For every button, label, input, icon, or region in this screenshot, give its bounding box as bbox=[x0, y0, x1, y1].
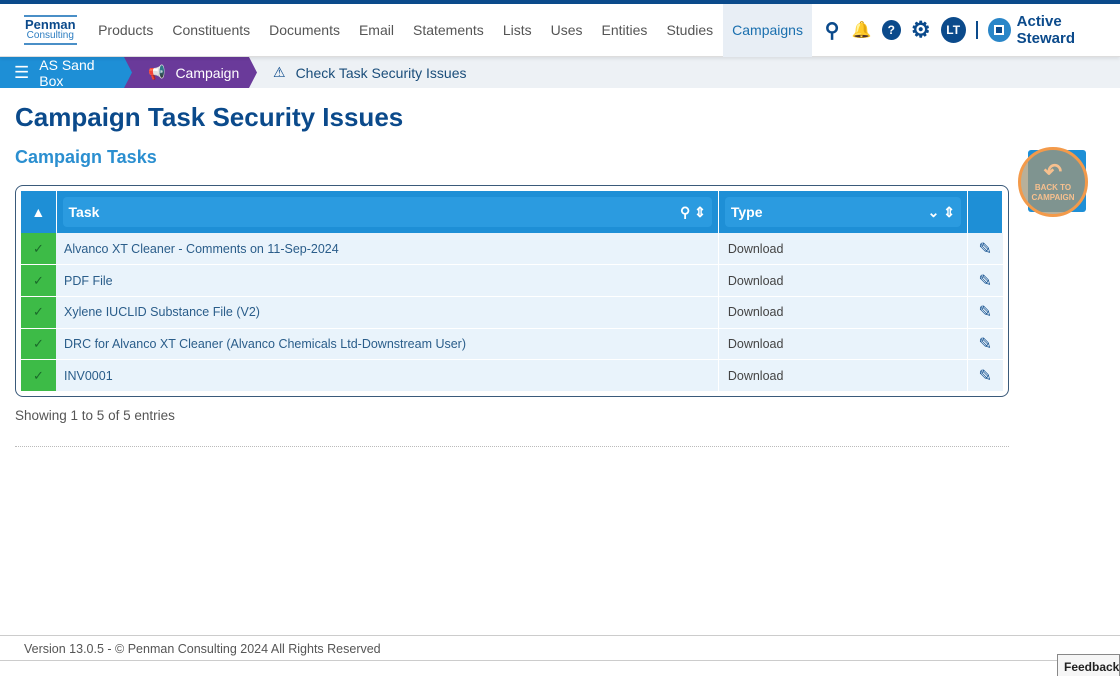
table-row[interactable]: ✓ Xylene IUCLID Substance File (V2) Downlo… bbox=[21, 296, 1003, 329]
gear-icon[interactable]: ⚙ bbox=[911, 17, 931, 42]
section-title: Campaign Tasks bbox=[15, 147, 157, 167]
nav-item-documents[interactable]: Documents bbox=[260, 4, 350, 57]
breadcrumb: ☰ AS Sand Box 📢 Campaign ⚠ Check Task Secur… bbox=[0, 57, 1120, 88]
search-icon[interactable]: ⚲ bbox=[822, 20, 841, 42]
check-icon: ✓ bbox=[21, 264, 57, 297]
back-button-label: BACK TO CAMPAIGN bbox=[1031, 183, 1075, 202]
user-avatar[interactable]: LT bbox=[940, 17, 966, 43]
type-cell: Download bbox=[717, 328, 968, 361]
nav-item-statements[interactable]: Statements bbox=[403, 4, 493, 57]
brand-label: Active Steward bbox=[1016, 13, 1075, 47]
nav-item-products[interactable]: Products bbox=[89, 4, 163, 57]
breadcrumb-home-label: AS Sand Box bbox=[39, 56, 95, 89]
type-column-header[interactable]: Type ⌄ ⇕ bbox=[718, 191, 968, 233]
edit-pencil-icon[interactable]: ✎ bbox=[966, 296, 1003, 329]
active-steward-logo-icon bbox=[987, 18, 1011, 42]
megaphone-icon: 📢 bbox=[148, 64, 166, 80]
chevron-down-icon[interactable]: ⌄ bbox=[928, 204, 940, 220]
main-nav: Penman Consulting Products Constituents Do… bbox=[0, 3, 1120, 57]
task-cell[interactable]: Xylene IUCLID Substance File (V2) bbox=[56, 296, 719, 329]
type-cell: Download bbox=[717, 264, 968, 297]
type-cell: Download bbox=[717, 359, 968, 392]
check-icon: ✓ bbox=[21, 328, 57, 361]
feedback-button[interactable]: Feedback bbox=[1057, 654, 1120, 676]
entries-info: Showing 1 to 5 of 5 entries bbox=[15, 408, 175, 423]
breadcrumb-current: ⚠ Check Task Security Issues bbox=[257, 64, 466, 81]
footer: Version 13.0.5 - © Penman Consulting 202… bbox=[0, 635, 1120, 661]
nav-item-uses[interactable]: Uses bbox=[541, 4, 592, 57]
edit-pencil-icon[interactable]: ✎ bbox=[966, 233, 1003, 266]
type-cell: Download bbox=[717, 296, 968, 329]
edit-pencil-icon[interactable]: ✎ bbox=[966, 264, 1003, 297]
brand[interactable]: Active Steward bbox=[987, 13, 1120, 47]
tasks-table: ▲ Task ⚲ ⇕ Type ⌄ ⇕ ✓ Alvanco XT Cleaner - … bbox=[21, 191, 1004, 392]
sort-status-header[interactable]: ▲ bbox=[21, 191, 57, 233]
check-icon: ✓ bbox=[21, 296, 57, 329]
logo-line2: Consulting bbox=[26, 30, 74, 41]
nav-item-email[interactable]: Email bbox=[349, 4, 403, 57]
breadcrumb-home[interactable]: ☰ AS Sand Box bbox=[0, 57, 133, 88]
warning-icon: ⚠ bbox=[273, 64, 286, 80]
menu-icon: ☰ bbox=[14, 62, 30, 82]
nav-item-constituents[interactable]: Constituents bbox=[163, 4, 260, 57]
divider bbox=[15, 446, 1009, 447]
nav-menu: Products Constituents Documents Email Statem… bbox=[89, 3, 813, 57]
task-cell[interactable]: DRC for Alvanco XT Cleaner (Alvanco Chem… bbox=[56, 328, 719, 361]
check-icon: ✓ bbox=[21, 359, 57, 392]
sort-icon[interactable]: ⇕ bbox=[943, 204, 955, 220]
nav-item-entities[interactable]: Entities bbox=[592, 4, 657, 57]
nav-item-campaigns[interactable]: Campaigns bbox=[722, 3, 813, 57]
task-cell[interactable]: Alvanco XT Cleaner - Comments on 11-Sep-… bbox=[56, 233, 719, 266]
task-header-label: Task bbox=[68, 204, 100, 220]
breadcrumb-campaign[interactable]: 📢 Campaign bbox=[124, 57, 257, 88]
table-row[interactable]: ✓ INV0001 Download ✎ bbox=[21, 359, 1003, 392]
page-title: Campaign Task Security Issues bbox=[15, 102, 404, 132]
table-row[interactable]: ✓ Alvanco XT Cleaner - Comments on 11-Sep… bbox=[21, 233, 1003, 266]
actions-header bbox=[967, 191, 1004, 233]
task-cell[interactable]: PDF File bbox=[56, 264, 719, 297]
reply-arrow-icon: ↶ bbox=[1043, 159, 1063, 184]
task-cell[interactable]: INV0001 bbox=[56, 359, 719, 392]
help-icon[interactable]: ? bbox=[881, 20, 901, 40]
back-to-campaign-button[interactable]: ↶ BACK TO CAMPAIGN bbox=[1018, 147, 1088, 217]
nav-item-lists[interactable]: Lists bbox=[493, 4, 541, 57]
nav-item-studies[interactable]: Studies bbox=[657, 4, 723, 57]
sort-icon[interactable]: ⇕ bbox=[694, 204, 706, 220]
table-row[interactable]: ✓ DRC for Alvanco XT Cleaner (Alvanco Che… bbox=[21, 328, 1003, 361]
breadcrumb-current-label: Check Task Security Issues bbox=[295, 64, 467, 81]
table-row[interactable]: ✓ PDF File Download ✎ bbox=[21, 264, 1003, 297]
bell-icon[interactable]: 🔔 bbox=[852, 20, 872, 40]
edit-pencil-icon[interactable]: ✎ bbox=[966, 328, 1003, 361]
breadcrumb-campaign-label: Campaign bbox=[175, 64, 240, 81]
task-column-header[interactable]: Task ⚲ ⇕ bbox=[56, 191, 719, 233]
logo-line1: Penman bbox=[25, 17, 76, 32]
divider bbox=[975, 21, 978, 39]
check-icon: ✓ bbox=[21, 233, 57, 266]
search-icon[interactable]: ⚲ bbox=[680, 204, 690, 220]
type-cell: Download bbox=[717, 233, 968, 266]
type-header-label: Type bbox=[730, 204, 763, 220]
tasks-table-container: ▲ Task ⚲ ⇕ Type ⌄ ⇕ ✓ Alvanco XT Cleaner - … bbox=[15, 185, 1009, 397]
edit-pencil-icon[interactable]: ✎ bbox=[966, 359, 1003, 392]
penman-logo[interactable]: Penman Consulting bbox=[24, 15, 77, 45]
